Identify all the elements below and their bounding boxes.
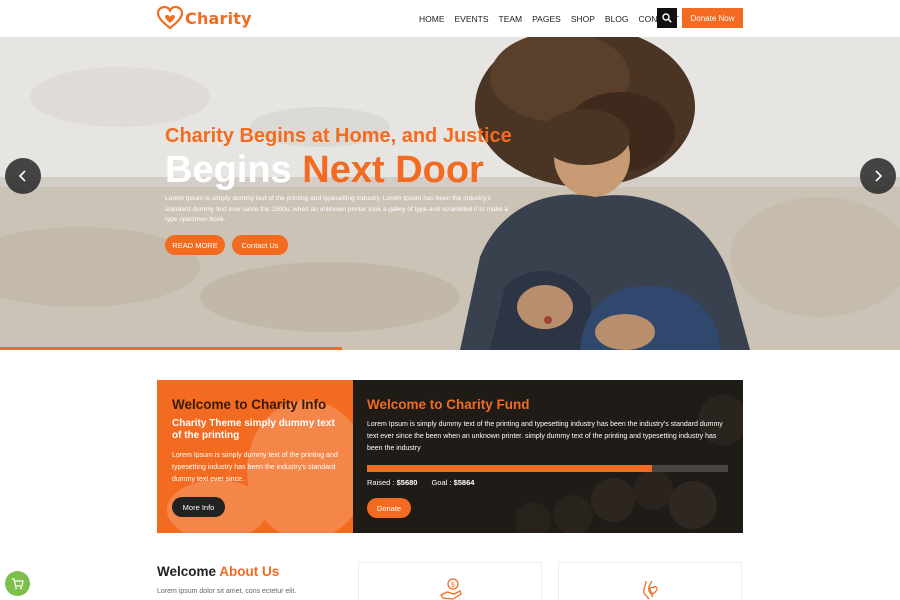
search-button[interactable] xyxy=(657,8,677,28)
hero-slider: Charity Begins at Home, and Justice Begi… xyxy=(0,37,900,350)
fund-title: Welcome to Charity Fund xyxy=(367,397,530,412)
nav-shop[interactable]: SHOP xyxy=(571,14,595,24)
hero-subtitle: Charity Begins at Home, and Justice xyxy=(165,125,512,147)
charity-fund-panel: Welcome to Charity Fund Lorem Ipsum is s… xyxy=(353,380,743,533)
info-title: Welcome to Charity Info xyxy=(172,397,327,412)
hands-heart-icon xyxy=(643,580,658,600)
fund-text: Lorem Ipsum is simply dummy text of the … xyxy=(367,421,723,452)
goal-label: Goal : xyxy=(431,478,452,487)
raised-stat: Raised : $5680 xyxy=(367,478,417,487)
about-title-accent: About Us xyxy=(219,564,280,579)
info-subtitle: Charity Theme simply dummy text of the p… xyxy=(172,418,335,441)
slide-progress-track xyxy=(0,347,900,350)
charity-info-panel: Welcome to Charity Info Charity Theme si… xyxy=(157,380,353,533)
nav-pages[interactable]: PAGES xyxy=(532,14,561,24)
slide-progress-fill xyxy=(0,347,342,350)
about-text: Lorem ipsum dolor sit amet, cons ectetur… xyxy=(157,588,297,595)
site-header: Charity HOME EVENTS TEAM PAGES SHOP BLOG… xyxy=(0,0,900,37)
chevron-right-icon xyxy=(875,170,883,182)
fund-progress-fill xyxy=(367,465,653,472)
donate-button[interactable]: Donate xyxy=(367,498,411,518)
slider-prev-button[interactable] xyxy=(5,158,41,194)
nav-blog[interactable]: BLOG xyxy=(605,14,629,24)
nav-team[interactable]: TEAM xyxy=(499,14,523,24)
goal-stat: Goal : $5864 xyxy=(431,478,474,487)
read-more-button[interactable]: READ MORE xyxy=(165,235,225,255)
about-title-plain: Welcome xyxy=(157,564,217,579)
feature-card-donation[interactable]: $ xyxy=(358,562,542,600)
goal-value: $5864 xyxy=(453,478,475,487)
hero-title-white: Begins xyxy=(165,149,292,191)
main-nav: HOME EVENTS TEAM PAGES SHOP BLOG CONTACT… xyxy=(414,0,698,37)
nav-home[interactable]: HOME xyxy=(419,14,445,24)
fund-stats: Raised : $5680 Goal : $5864 xyxy=(367,478,488,487)
about-title: Welcome About Us xyxy=(157,564,279,579)
chevron-left-icon xyxy=(18,170,26,182)
nav-events[interactable]: EVENTS xyxy=(455,14,489,24)
hand-coin-icon: $ xyxy=(440,578,462,600)
feature-card-care[interactable] xyxy=(558,562,742,600)
hero-title-accent: Next Door xyxy=(302,149,484,191)
cart-button[interactable] xyxy=(5,571,30,596)
raised-label: Raised : xyxy=(367,478,395,487)
donate-now-button[interactable]: Donate Now xyxy=(682,8,743,28)
search-icon xyxy=(662,13,672,23)
more-info-button[interactable]: More Info xyxy=(172,497,225,517)
hero-description: Lorem Ipsum is simply dummy text of the … xyxy=(165,195,509,223)
slider-next-button[interactable] xyxy=(860,158,896,194)
logo[interactable]: Charity xyxy=(157,6,252,30)
svg-text:$: $ xyxy=(451,581,455,589)
hero-title: Begins Next Door xyxy=(165,149,484,192)
raised-value: $5680 xyxy=(396,478,418,487)
heart-hands-logo-icon xyxy=(157,6,183,30)
contact-us-button[interactable]: Contact Us xyxy=(232,235,288,255)
shopping-cart-icon xyxy=(12,577,24,589)
info-text: Lorem Ipsum is simply dummy text of the … xyxy=(172,452,338,483)
brand-name: Charity xyxy=(185,8,252,28)
fund-progress-track xyxy=(367,465,728,472)
